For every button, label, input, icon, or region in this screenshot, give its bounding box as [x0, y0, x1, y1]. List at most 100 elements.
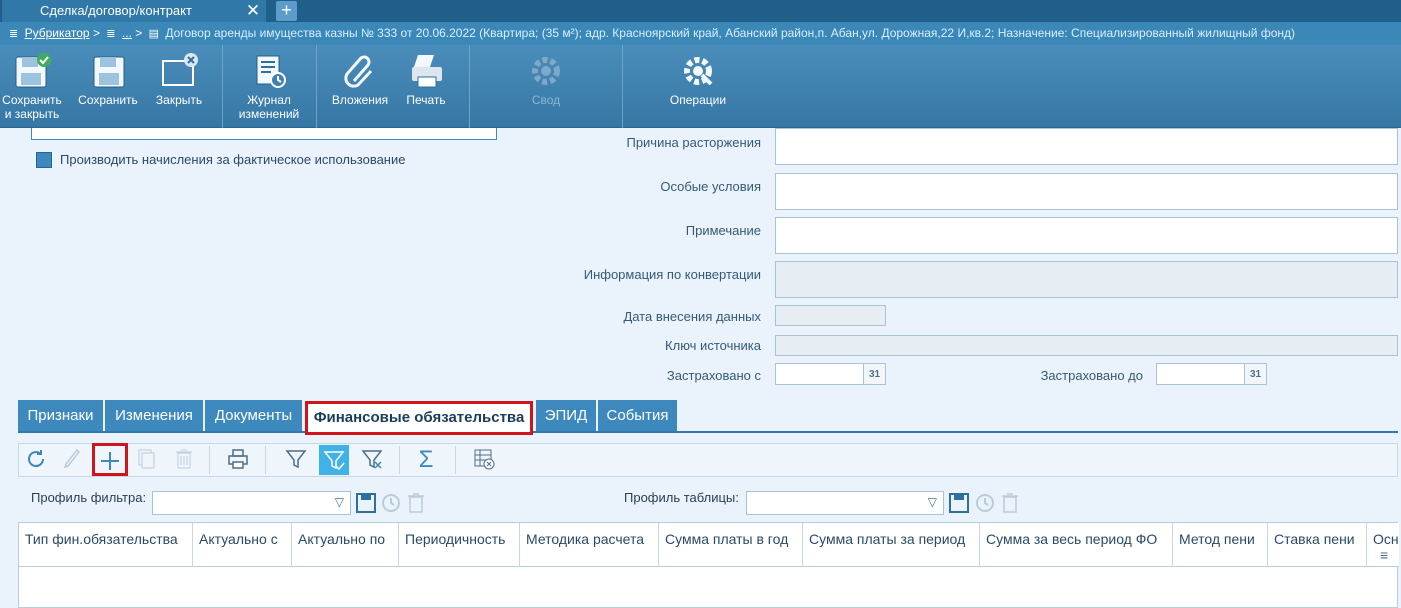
- add-icon[interactable]: [92, 443, 128, 476]
- column-header[interactable]: Сумма платы за период: [803, 523, 980, 567]
- list-icon: ≣: [9, 28, 19, 40]
- window-tab-bar: Сделка/договор/контракт ✕ +: [0, 0, 1401, 22]
- delete-icon[interactable]: [169, 444, 199, 476]
- field-box-partial: [31, 128, 497, 140]
- new-tab-button[interactable]: +: [276, 1, 297, 21]
- conversion-info-label: Информация по конвертации: [583, 267, 761, 282]
- termination-reason-field[interactable]: [775, 128, 1398, 165]
- save-table-profile-icon[interactable]: [948, 492, 970, 517]
- reset-table-profile-icon[interactable]: [974, 492, 996, 517]
- save-filter-icon[interactable]: [355, 492, 377, 517]
- column-header[interactable]: Актуально по: [292, 523, 399, 567]
- toolbar-divider: [622, 45, 623, 128]
- column-header[interactable]: Тип фин.обязательства: [19, 523, 193, 567]
- close-tab-icon[interactable]: ✕: [244, 0, 262, 22]
- source-key-label: Ключ источника: [665, 338, 761, 353]
- special-terms-label: Особые условия: [660, 179, 761, 194]
- breadcrumb-current: Договор аренды имущества казны № 333 от …: [165, 26, 1295, 40]
- journal-label-2: изменений: [238, 107, 300, 121]
- note-field[interactable]: [775, 217, 1398, 254]
- insured-from-field[interactable]: 31: [775, 363, 886, 385]
- close-button[interactable]: Закрыть: [148, 45, 210, 128]
- table-profile-label: Профиль таблицы:: [624, 490, 739, 505]
- actual-use-checkbox[interactable]: [36, 152, 52, 168]
- gear-wrench-icon: [684, 57, 713, 86]
- copy-icon[interactable]: [131, 444, 161, 476]
- entry-date-label: Дата внесения данных: [623, 309, 761, 324]
- list-icon: ≣: [106, 28, 116, 40]
- breadcrumb: ≣ Рубрикатор > ≣ ... > ▤ Договор аренды …: [0, 22, 1401, 45]
- insured-from-label: Застраховано с: [666, 368, 761, 383]
- change-journal-button[interactable]: Журнал изменений: [228, 45, 310, 128]
- close-window-icon: [162, 53, 198, 86]
- chevron-down-icon: ▽: [334, 495, 344, 509]
- column-header[interactable]: Ставка пени: [1268, 523, 1367, 567]
- calendar-icon[interactable]: 31: [863, 364, 885, 384]
- breadcrumb-sep: >: [135, 26, 143, 40]
- document-tab[interactable]: Сделка/договор/контракт ✕: [2, 0, 266, 22]
- toolbar-divider: [316, 45, 317, 128]
- termination-reason-label: Причина расторжения: [626, 135, 761, 150]
- filter-icon[interactable]: [281, 444, 311, 476]
- reset-filter-icon[interactable]: [380, 492, 402, 517]
- tab-financial-obligations[interactable]: Финансовые обязательства: [305, 401, 533, 435]
- operations-label: Операции: [669, 93, 727, 107]
- column-menu-icon[interactable]: ≡: [1380, 547, 1388, 563]
- delete-table-profile-icon[interactable]: [999, 492, 1021, 517]
- chevron-down-icon: ▽: [927, 495, 937, 509]
- filter-profile-select[interactable]: ▽: [152, 491, 351, 515]
- entry-date-field: [775, 305, 886, 326]
- main-toolbar: Сохранить и закрыть Сохранить Закрыть Жу…: [0, 45, 1401, 128]
- save-and-close-button[interactable]: Сохранить и закрыть: [0, 45, 64, 128]
- operations-button[interactable]: Операции: [662, 45, 734, 128]
- summary-label: Свод: [531, 93, 561, 107]
- edit-icon[interactable]: [57, 444, 87, 476]
- filter-clear-icon[interactable]: [357, 444, 387, 476]
- paperclip-icon: [344, 55, 373, 88]
- save-close-label-1: Сохранить: [2, 93, 62, 107]
- save-button[interactable]: Сохранить: [74, 45, 142, 128]
- conversion-info-field: [775, 261, 1398, 298]
- summary-button[interactable]: Свод: [512, 45, 580, 128]
- tab-strip: Признаки Изменения Документы Финансовые …: [18, 400, 1398, 435]
- filter-profile-label: Профиль фильтра:: [31, 490, 147, 505]
- column-header[interactable]: Методика расчета: [520, 523, 659, 567]
- contract-form: Производить начисления за фактическое ис…: [0, 128, 1401, 408]
- insured-to-field[interactable]: 31: [1156, 363, 1267, 385]
- table-profile-select[interactable]: ▽: [746, 491, 944, 515]
- refresh-icon[interactable]: [21, 444, 51, 476]
- breadcrumb-sep: >: [92, 26, 100, 40]
- calendar-icon[interactable]: 31: [1244, 364, 1266, 384]
- toolbar-divider: [222, 45, 223, 128]
- tab-changes[interactable]: Изменения: [105, 400, 204, 431]
- print-icon[interactable]: [223, 444, 253, 476]
- sum-icon[interactable]: Σ: [411, 444, 441, 476]
- grid-toolbar: Σ: [18, 443, 1398, 477]
- toolbar-divider: [455, 446, 456, 474]
- document-icon: ▤: [148, 28, 159, 40]
- table-settings-icon[interactable]: [469, 444, 499, 476]
- column-header[interactable]: Актуально с: [193, 523, 292, 567]
- tab-events[interactable]: События: [598, 400, 678, 431]
- source-key-field: [775, 335, 1398, 356]
- column-header[interactable]: Периодичность: [399, 523, 520, 567]
- column-header[interactable]: Сумма платы в год: [659, 523, 803, 567]
- toolbar-divider: [399, 446, 400, 474]
- column-header[interactable]: Метод пени: [1173, 523, 1268, 567]
- attachments-button[interactable]: Вложения: [326, 45, 394, 128]
- filter-active-icon[interactable]: [319, 445, 349, 475]
- column-header[interactable]: Сумма за весь период ФО: [980, 523, 1173, 567]
- close-label: Закрыть: [155, 93, 203, 107]
- save-label: Сохранить: [78, 93, 138, 107]
- tab-documents[interactable]: Документы: [205, 400, 303, 431]
- actual-use-label: Производить начисления за фактическое ис…: [60, 152, 406, 167]
- tab-features[interactable]: Признаки: [18, 400, 104, 431]
- tab-epid[interactable]: ЭПИД: [536, 400, 597, 431]
- breadcrumb-root[interactable]: Рубрикатор: [25, 26, 90, 40]
- grid-header: Тип фин.обязательства Актуально с Актуал…: [19, 523, 1399, 567]
- print-button[interactable]: Печать: [398, 45, 454, 128]
- breadcrumb-ellipsis[interactable]: ...: [122, 26, 132, 40]
- special-terms-field[interactable]: [775, 173, 1398, 210]
- delete-filter-icon[interactable]: [405, 492, 427, 517]
- journal-icon: [256, 55, 286, 88]
